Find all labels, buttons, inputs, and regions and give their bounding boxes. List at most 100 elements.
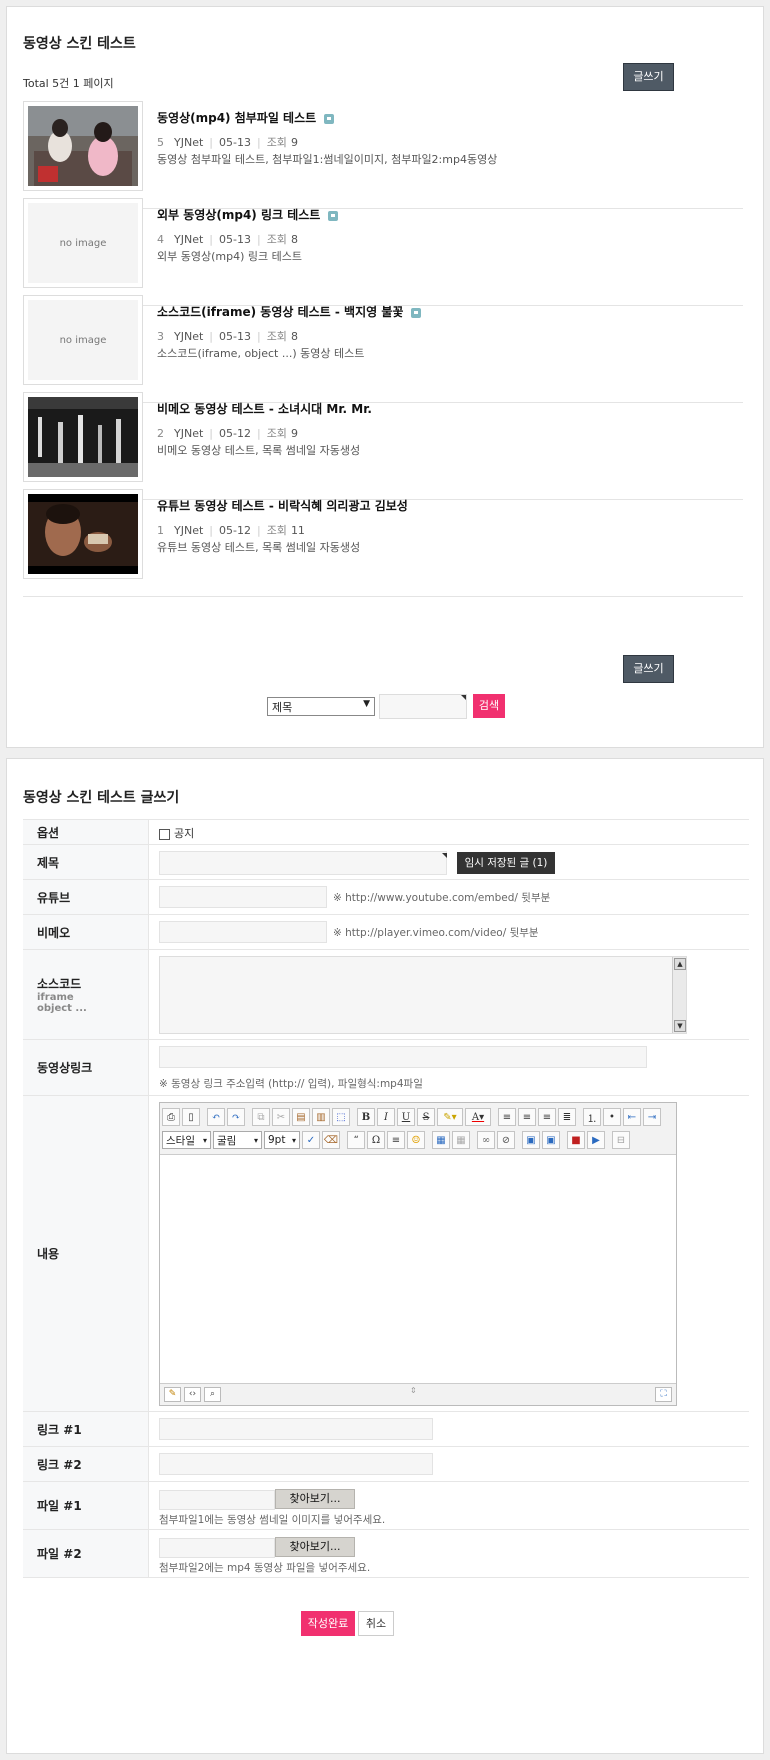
play-icon[interactable]: ▶ — [587, 1131, 605, 1149]
list-item[interactable]: 동영상(mp4) 첨부파일 테스트 5 YJNet | 05-13 | 조회 9 동영상 첨… — [23, 101, 743, 209]
spellcheck-icon[interactable]: ✓ — [302, 1131, 320, 1149]
videolink-hint: ※ 동영상 링크 주소입력 (http:// 입력), 파일형식:mp4파일 — [159, 1078, 423, 1090]
source-textarea[interactable]: ▲ ▼ — [159, 956, 687, 1034]
search-field-select[interactable]: 제목 ▼ — [267, 697, 375, 716]
search-button[interactable]: 검색 — [473, 694, 505, 718]
item-title-text[interactable]: 외부 동영상(mp4) 링크 테스트 — [157, 208, 320, 222]
paste-icon[interactable]: ▤ — [292, 1108, 310, 1126]
write-button-top[interactable]: 글쓰기 — [623, 63, 674, 91]
vimeo-input[interactable] — [159, 921, 327, 943]
link2-input[interactable] — [159, 1453, 433, 1475]
fullscreen-icon[interactable]: ⛶ — [655, 1387, 672, 1402]
bold-icon[interactable]: B — [357, 1108, 375, 1126]
unordered-list-icon[interactable]: • — [603, 1108, 621, 1126]
page-break-icon[interactable]: ⊟ — [612, 1131, 630, 1149]
undo-icon[interactable]: ↶ — [207, 1108, 225, 1126]
thumbnail[interactable] — [23, 101, 143, 191]
media-icon[interactable]: ■ — [567, 1131, 585, 1149]
write-button-bottom[interactable]: 글쓰기 — [623, 655, 674, 683]
cut-icon[interactable]: ✂ — [272, 1108, 290, 1126]
link-icon[interactable]: ∞ — [477, 1131, 495, 1149]
item-author[interactable]: YJNet — [174, 427, 203, 440]
table-edit-icon[interactable]: ▦ — [452, 1131, 470, 1149]
paste-text-icon[interactable]: ▥ — [312, 1108, 330, 1126]
submit-button[interactable]: 작성완료 — [301, 1611, 355, 1636]
strikethrough-icon[interactable]: S — [417, 1108, 435, 1126]
copy-icon[interactable]: ⧉ — [252, 1108, 270, 1126]
align-right-icon[interactable]: ≡ — [538, 1108, 556, 1126]
item-title-text[interactable]: 비메오 동영상 테스트 - 소녀시대 Mr. Mr. — [157, 402, 372, 416]
image-icon[interactable]: ▣ — [522, 1131, 540, 1149]
list-item[interactable]: 비메오 동영상 테스트 - 소녀시대 Mr. Mr. 2 YJNet | 05-12 |… — [23, 392, 743, 500]
underline-icon[interactable]: U — [397, 1108, 415, 1126]
item-title-text[interactable]: 유튜브 동영상 테스트 - 비락식혜 의리광고 김보성 — [157, 499, 408, 513]
item-title-text[interactable]: 소스코드(iframe) 동영상 테스트 - 백지영 불꽃 — [157, 305, 403, 319]
list-item[interactable]: no image 외부 동영상(mp4) 링크 테스트 4 YJNet | 05-13… — [23, 198, 743, 306]
table-icon[interactable]: ▦ — [432, 1131, 450, 1149]
preview-icon[interactable]: ⌕ — [204, 1387, 221, 1402]
notice-checkbox[interactable] — [159, 828, 170, 840]
scroll-up-icon[interactable]: ▲ — [674, 958, 686, 970]
clear-format-icon[interactable]: ⌫ — [322, 1131, 340, 1149]
thumbnail[interactable] — [23, 489, 143, 579]
thumbnail[interactable] — [23, 392, 143, 482]
scroll-down-icon[interactable]: ▼ — [674, 1020, 686, 1032]
align-center-icon[interactable]: ≡ — [518, 1108, 536, 1126]
cancel-button[interactable]: 취소 — [358, 1611, 394, 1636]
thumbnail[interactable]: no image — [23, 295, 143, 385]
item-views: 11 — [290, 524, 305, 537]
notice-checkbox-group[interactable]: 공지 — [159, 825, 194, 841]
file2-browse-button[interactable]: 찾아보기... — [275, 1537, 355, 1557]
quote-icon[interactable]: “ — [347, 1131, 365, 1149]
search-input[interactable] — [379, 694, 467, 719]
editor-content-area[interactable] — [160, 1156, 676, 1384]
italic-icon[interactable]: I — [377, 1108, 395, 1126]
item-author[interactable]: YJNet — [174, 136, 203, 149]
highlight-color-icon[interactable]: ✎▾ — [437, 1108, 463, 1126]
align-justify-icon[interactable]: ≣ — [558, 1108, 576, 1126]
horizontal-rule-icon[interactable]: ≡ — [387, 1131, 405, 1149]
youtube-input[interactable] — [159, 886, 327, 908]
item-author[interactable]: YJNet — [174, 233, 203, 246]
html-mode-icon[interactable]: ‹› — [184, 1387, 201, 1402]
resize-grip-icon[interactable]: ⇕ — [410, 1386, 417, 1395]
unlink-icon[interactable]: ⊘ — [497, 1131, 515, 1149]
image-edit-icon[interactable]: ▣ — [542, 1131, 560, 1149]
videolink-input[interactable] — [159, 1046, 647, 1068]
textarea-scrollbar[interactable]: ▲ ▼ — [672, 957, 686, 1033]
file1-input[interactable] — [159, 1490, 275, 1510]
item-title[interactable]: 소스코드(iframe) 동영상 테스트 - 백지영 불꽃 — [157, 303, 422, 320]
special-char-icon[interactable]: Ω — [367, 1131, 385, 1149]
size-select[interactable]: 9pt ▾ — [264, 1131, 300, 1149]
item-title[interactable]: 비메오 동영상 테스트 - 소녀시대 Mr. Mr. — [157, 400, 372, 417]
print-icon[interactable]: ⎙ — [162, 1108, 180, 1126]
font-select[interactable]: 굴림 ▾ — [213, 1131, 262, 1149]
outdent-icon[interactable]: ⇤ — [623, 1108, 641, 1126]
list-item[interactable]: no image 소스코드(iframe) 동영상 테스트 - 백지영 불꽃 3… — [23, 295, 743, 403]
item-title-text[interactable]: 동영상(mp4) 첨부파일 테스트 — [157, 111, 316, 125]
thumbnail[interactable]: no image — [23, 198, 143, 288]
item-title[interactable]: 외부 동영상(mp4) 링크 테스트 — [157, 206, 339, 223]
ordered-list-icon[interactable]: ⒈ — [583, 1108, 601, 1126]
item-title[interactable]: 동영상(mp4) 첨부파일 테스트 — [157, 109, 335, 126]
file2-input[interactable] — [159, 1538, 275, 1558]
emoticon-icon[interactable]: ☺ — [407, 1131, 425, 1149]
indent-icon[interactable]: ⇥ — [643, 1108, 661, 1126]
item-author[interactable]: YJNet — [174, 524, 203, 537]
list-item[interactable]: 유튜브 동영상 테스트 - 비락식혜 의리광고 김보성 1 YJNet | 05-12… — [23, 489, 743, 597]
link1-input[interactable] — [159, 1418, 433, 1440]
notice-label: 공지 — [174, 827, 195, 840]
new-doc-icon[interactable]: ▯ — [182, 1108, 200, 1126]
item-title[interactable]: 유튜브 동영상 테스트 - 비락식혜 의리광고 김보성 — [157, 497, 408, 514]
file1-browse-button[interactable]: 찾아보기... — [275, 1489, 355, 1509]
temp-saved-button[interactable]: 임시 저장된 글 (1) — [457, 852, 555, 874]
item-author[interactable]: YJNet — [174, 330, 203, 343]
align-left-icon[interactable]: ≡ — [498, 1108, 516, 1126]
edit-mode-icon[interactable]: ✎ — [164, 1387, 181, 1402]
subject-input[interactable] — [159, 851, 447, 875]
font-color-icon[interactable]: A▾ — [465, 1108, 491, 1126]
redo-icon[interactable]: ↷ — [227, 1108, 245, 1126]
item-views-label: 조회 — [266, 233, 287, 246]
style-select[interactable]: 스타일 ▾ — [162, 1131, 211, 1149]
select-all-icon[interactable]: ⬚ — [332, 1108, 350, 1126]
